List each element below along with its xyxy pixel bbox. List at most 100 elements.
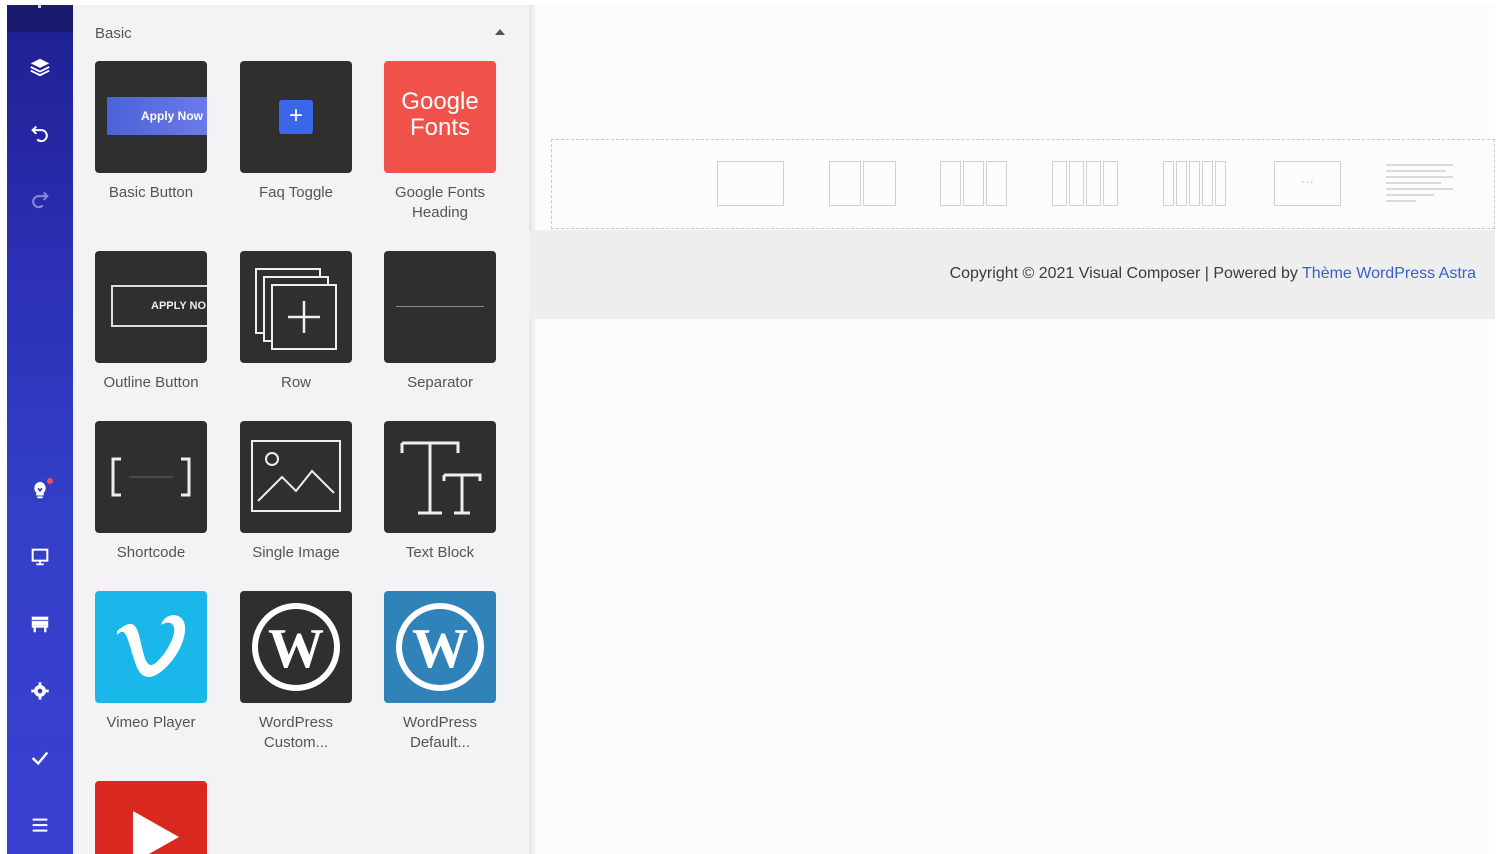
tree-view-button[interactable] — [7, 45, 73, 89]
youtube-thumbnail — [95, 781, 207, 854]
main-menu-button[interactable] — [7, 803, 73, 847]
hub-shop-button[interactable] — [7, 602, 73, 646]
element-wordpress-default[interactable]: W WordPress Default... — [384, 591, 496, 753]
add-element-panel: Basic Apply Now Basic Button + Faq Toggl… — [73, 5, 529, 854]
element-label: Faq Toggle — [259, 184, 333, 201]
notification-dot — [47, 478, 53, 484]
desktop-icon — [31, 548, 49, 566]
layout-1-column[interactable] — [717, 161, 784, 206]
shortcode-thumbnail — [95, 421, 207, 533]
layers-icon — [30, 58, 50, 77]
single-image-thumbnail — [240, 421, 352, 533]
footer-copyright: Copyright © 2021 Visual Composer | Power… — [950, 265, 1476, 283]
shop-icon — [31, 616, 49, 633]
element-google-fonts-heading[interactable]: Google Fonts Google Fonts Heading — [384, 61, 496, 223]
navbar-top-cap — [7, 5, 73, 32]
element-shortcode[interactable]: Shortcode — [95, 421, 207, 563]
panel-shadow — [529, 5, 537, 854]
layout-4-columns[interactable] — [1052, 161, 1118, 206]
play-icon — [133, 811, 179, 854]
layout-column — [1189, 161, 1200, 206]
collapse-section-icon[interactable] — [495, 29, 505, 35]
publish-button[interactable] — [7, 736, 73, 780]
element-youtube-player[interactable] — [95, 781, 207, 854]
layout-column — [1202, 161, 1213, 206]
basic-button-preview: Apply Now — [107, 97, 207, 135]
vimeo-thumbnail — [95, 591, 207, 703]
element-label: Google Fonts Heading — [394, 184, 486, 221]
plus-icon: + — [279, 100, 313, 134]
element-separator[interactable]: Separator — [384, 251, 496, 393]
outline-button-preview: APPLY NO — [111, 285, 207, 327]
outline-button-thumbnail: APPLY NO — [95, 251, 207, 363]
element-label: Single Image — [252, 544, 340, 561]
separator-thumbnail — [384, 251, 496, 363]
wordpress-default-thumbnail: W — [384, 591, 496, 703]
footer-copyright-text: Copyright © 2021 Visual Composer | Power… — [949, 265, 1303, 282]
element-label: Text Block — [405, 544, 475, 561]
undo-icon — [31, 125, 48, 143]
layout-column — [940, 161, 961, 206]
element-single-image[interactable]: Single Image — [240, 421, 352, 563]
layout-custom[interactable]: ··· — [1274, 161, 1341, 206]
google-fonts-logo-line2: Fonts — [409, 114, 471, 141]
element-wordpress-custom[interactable]: W WordPress Custom... — [240, 591, 352, 753]
element-label: WordPress Default... — [403, 714, 477, 751]
settings-icon — [31, 682, 49, 700]
separator-line — [396, 306, 484, 307]
element-basic-button[interactable]: Apply Now Basic Button — [95, 61, 207, 203]
element-faq-toggle[interactable]: + Faq Toggle — [240, 61, 352, 203]
element-vimeo-player[interactable]: Vimeo Player — [95, 591, 207, 733]
element-text-block[interactable]: Text Block — [384, 421, 496, 563]
footer-theme-link[interactable]: Thème WordPress Astra — [1302, 265, 1476, 282]
shortcode-icon — [111, 457, 191, 497]
layout-3-columns[interactable] — [940, 161, 1007, 206]
google-fonts-thumbnail: Google Fonts — [384, 61, 496, 173]
element-label: WordPress Custom... — [259, 714, 333, 751]
element-outline-button[interactable]: APPLY NO Outline Button — [95, 251, 207, 393]
layout-column — [1176, 161, 1187, 206]
layout-column — [1086, 161, 1101, 206]
check-icon — [31, 751, 49, 766]
text-lines-icon — [1386, 164, 1453, 202]
layout-column — [829, 161, 861, 206]
layout-column — [1163, 161, 1174, 206]
layout-column — [986, 161, 1007, 206]
layout-column — [1052, 161, 1067, 206]
row-thumbnail — [240, 251, 352, 363]
vimeo-logo-icon — [117, 615, 186, 677]
element-label: Vimeo Player — [106, 714, 196, 731]
redo-icon — [32, 191, 49, 209]
layout-2-columns[interactable] — [829, 161, 896, 206]
element-label: Shortcode — [116, 544, 186, 561]
text-block-thumbnail — [384, 421, 496, 533]
layout-column — [963, 161, 984, 206]
svg-text:W: W — [268, 618, 324, 680]
basic-button-thumbnail: Apply Now — [95, 61, 207, 173]
element-label: Separator — [407, 374, 473, 391]
element-label: Row — [280, 374, 311, 391]
page-footer: Copyright © 2021 Visual Composer | Power… — [529, 230, 1495, 319]
element-row[interactable]: Row — [240, 251, 352, 393]
svg-text:W: W — [412, 618, 468, 680]
layout-text-block[interactable] — [1386, 163, 1453, 205]
element-label: Basic Button — [108, 184, 194, 201]
layout-column — [863, 161, 896, 206]
editor-canvas[interactable] — [529, 5, 1495, 854]
settings-button[interactable] — [7, 669, 73, 713]
add-row-layout-area — [551, 139, 1495, 229]
custom-layout-icon: ··· — [1274, 161, 1341, 206]
layout-column — [1103, 161, 1118, 206]
redo-button[interactable] — [7, 176, 73, 220]
menu-icon — [32, 818, 48, 832]
wordpress-logo-icon: W — [252, 603, 340, 691]
row-icon — [255, 268, 337, 350]
navbar-dot — [38, 5, 41, 8]
layout-5-columns[interactable] — [1163, 161, 1226, 206]
text-icon — [400, 441, 482, 515]
responsive-view-button[interactable] — [7, 535, 73, 579]
hub-button[interactable] — [7, 468, 73, 512]
undo-button[interactable] — [7, 110, 73, 154]
wordpress-logo-icon: W — [396, 603, 484, 691]
left-navbar — [7, 5, 73, 854]
